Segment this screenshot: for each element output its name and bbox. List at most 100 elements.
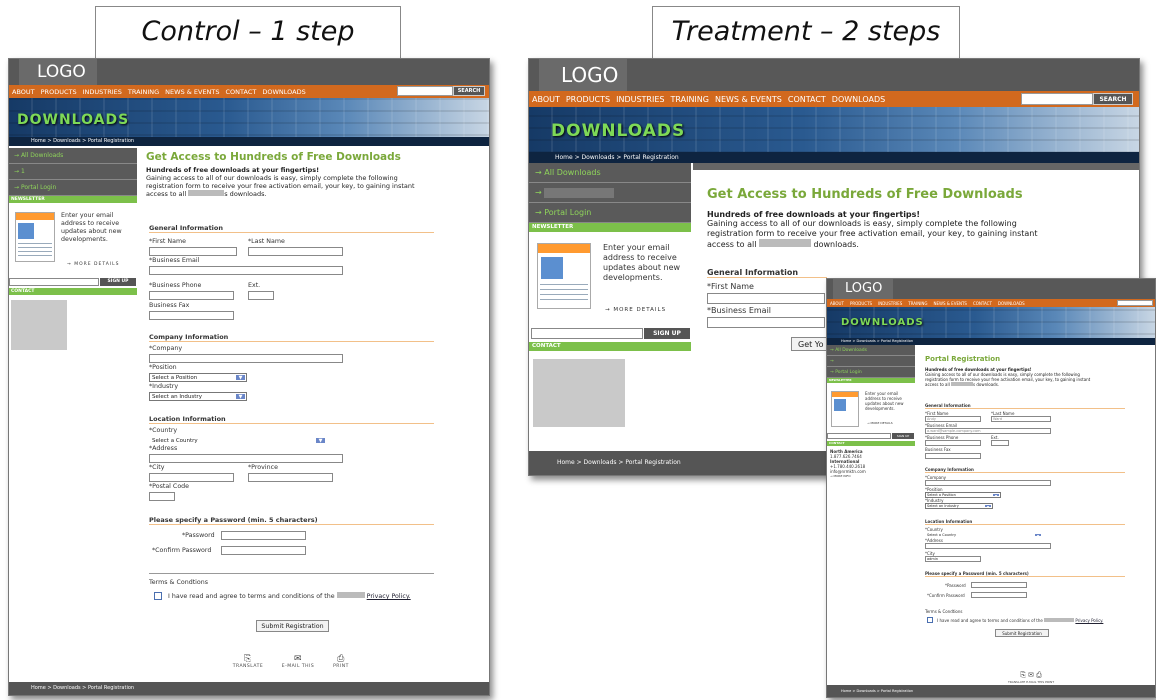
- email-input[interactable]: a.ward@sample-company.com: [925, 428, 1051, 434]
- nav-industries[interactable]: INDUSTRIES: [875, 301, 905, 306]
- nav-contact[interactable]: CONTACT: [970, 301, 995, 306]
- nav-about[interactable]: ABOUT: [529, 95, 563, 104]
- industry-select[interactable]: Select an Industry ▼: [149, 392, 247, 401]
- sidebar-item-1[interactable]: →: [529, 183, 691, 203]
- ext-input[interactable]: [248, 291, 274, 300]
- nav-downloads[interactable]: DOWNLOADS: [995, 301, 1028, 306]
- nav-training[interactable]: TRAINING: [667, 95, 711, 104]
- first-name-input[interactable]: Andy: [925, 416, 981, 422]
- phone-input[interactable]: [925, 440, 981, 446]
- nav-news[interactable]: NEWS & EVENTS: [162, 88, 222, 96]
- email-input[interactable]: [149, 266, 343, 275]
- password-label: *Password: [182, 532, 215, 539]
- logo-bar: LOGO: [827, 279, 1155, 299]
- sidebar-item-1[interactable]: →: [827, 356, 915, 367]
- sidebar-item-all-downloads[interactable]: → All Downloads: [9, 148, 137, 164]
- nav-about[interactable]: ABOUT: [9, 88, 38, 96]
- city-input[interactable]: admin: [925, 556, 981, 562]
- ext-label: Ext.: [248, 282, 261, 289]
- position-select[interactable]: Select a Position ▼: [149, 373, 247, 382]
- phone-input[interactable]: [149, 291, 234, 300]
- nav-contact[interactable]: CONTACT: [785, 95, 829, 104]
- nav-news[interactable]: NEWS & EVENTS: [931, 301, 970, 306]
- nav-downloads[interactable]: DOWNLOADS: [259, 88, 308, 96]
- sidebar-item-portal-login[interactable]: → Portal Login: [529, 203, 691, 223]
- translate-tool[interactable]: ⎘ TRANSLATE: [228, 654, 268, 669]
- more-details-link[interactable]: → MORE DETAILS: [67, 262, 120, 267]
- logo: LOGO: [19, 59, 97, 85]
- first-name-input[interactable]: [707, 293, 825, 304]
- nav-industries[interactable]: INDUSTRIES: [80, 88, 125, 96]
- contact-more-link[interactable]: → MORE INFO: [830, 474, 851, 478]
- confirm-password-label: *Confirm Password: [152, 547, 212, 554]
- confirm-password-input[interactable]: [971, 592, 1027, 598]
- sidebar: → All Downloads → → Portal Login NEWSLET…: [529, 163, 691, 453]
- banner: DOWNLOADS Home > Downloads > Portal Regi…: [529, 107, 1139, 163]
- get-your-key-button[interactable]: Get Yo: [791, 337, 827, 351]
- search-input[interactable]: [1117, 300, 1153, 306]
- logo: LOGO: [833, 279, 893, 299]
- password-input[interactable]: [221, 531, 306, 540]
- nav-training[interactable]: TRAINING: [125, 88, 162, 96]
- ext-input[interactable]: [991, 440, 1009, 446]
- privacy-policy-link[interactable]: Privacy Policy.: [367, 593, 411, 600]
- signup-button[interactable]: SIGN UP: [100, 278, 136, 286]
- newsletter-email-input[interactable]: [531, 328, 643, 339]
- location-info-heading: Location Information: [149, 415, 434, 424]
- company-input[interactable]: [149, 354, 343, 363]
- email-tool[interactable]: ✉ E-MAIL THIS: [276, 654, 320, 669]
- address-input[interactable]: [149, 454, 343, 463]
- search-area: SEARCH: [397, 86, 485, 96]
- last-name-input[interactable]: Ward: [991, 416, 1051, 422]
- password-input[interactable]: [971, 582, 1027, 588]
- submit-registration-button[interactable]: Submit Registration: [995, 629, 1049, 637]
- signup-button[interactable]: SIGN UP: [644, 328, 690, 339]
- city-input[interactable]: [149, 473, 234, 482]
- nav-downloads[interactable]: DOWNLOADS: [829, 95, 888, 104]
- print-tool[interactable]: ⎙ PRINT: [326, 654, 356, 669]
- company-input[interactable]: [925, 480, 1051, 486]
- sidebar-item-portal-login[interactable]: → Portal Login: [9, 180, 137, 196]
- nav-industries[interactable]: INDUSTRIES: [613, 95, 667, 104]
- newsletter-email-input[interactable]: [827, 433, 891, 439]
- postal-input[interactable]: [149, 492, 175, 501]
- search-input[interactable]: [1021, 93, 1093, 105]
- first-name-input[interactable]: [149, 247, 237, 256]
- sidebar-item-portal-login[interactable]: → Portal Login: [827, 367, 915, 378]
- email-input[interactable]: [707, 317, 825, 328]
- privacy-policy-link[interactable]: Privacy Policy.: [1075, 618, 1103, 623]
- nav-news[interactable]: NEWS & EVENTS: [712, 95, 785, 104]
- sidebar-item-all-downloads[interactable]: → All Downloads: [529, 163, 691, 183]
- submit-registration-button[interactable]: Submit Registration: [256, 620, 329, 632]
- newsletter-email-input[interactable]: [9, 278, 99, 286]
- country-select[interactable]: Select a Country ▼: [149, 436, 327, 445]
- sidebar-item-all-downloads[interactable]: → All Downloads: [827, 345, 915, 356]
- nav-training[interactable]: TRAINING: [905, 301, 930, 306]
- more-details-link[interactable]: → MORE DETAILS: [605, 307, 666, 313]
- confirm-password-input[interactable]: [221, 546, 306, 555]
- terms-checkbox[interactable]: [927, 617, 933, 623]
- fax-input[interactable]: [149, 311, 234, 320]
- nav-products[interactable]: PRODUCTS: [563, 95, 613, 104]
- nav-contact[interactable]: CONTACT: [223, 88, 260, 96]
- page-tools[interactable]: ⎘ ✉ ⎙ TRANSLATE E-MAIL THIS PRINT: [989, 671, 1073, 684]
- signup-button[interactable]: SIGN UP: [892, 433, 914, 439]
- province-input[interactable]: [248, 473, 333, 482]
- address-input[interactable]: [925, 543, 1051, 549]
- industry-select[interactable]: Select an Industry ▼: [925, 503, 993, 509]
- contact-placeholder: [533, 359, 625, 427]
- nav-products[interactable]: PRODUCTS: [847, 301, 875, 306]
- sidebar-item-1[interactable]: → 1: [9, 164, 137, 180]
- search-input[interactable]: [397, 86, 453, 96]
- nav-about[interactable]: ABOUT: [827, 301, 847, 306]
- terms-checkbox[interactable]: [154, 592, 162, 600]
- fax-label: Business Fax: [149, 302, 190, 309]
- search-button[interactable]: SEARCH: [453, 86, 485, 96]
- search-button[interactable]: SEARCH: [1093, 93, 1133, 105]
- nav-products[interactable]: PRODUCTS: [38, 88, 80, 96]
- last-name-input[interactable]: [248, 247, 343, 256]
- more-details-link[interactable]: → MORE DETAILS: [867, 421, 893, 425]
- fax-input[interactable]: [925, 453, 981, 459]
- country-label: *Country: [149, 427, 178, 434]
- tools-icons: ⎘ ✉ ⎙: [1020, 671, 1042, 679]
